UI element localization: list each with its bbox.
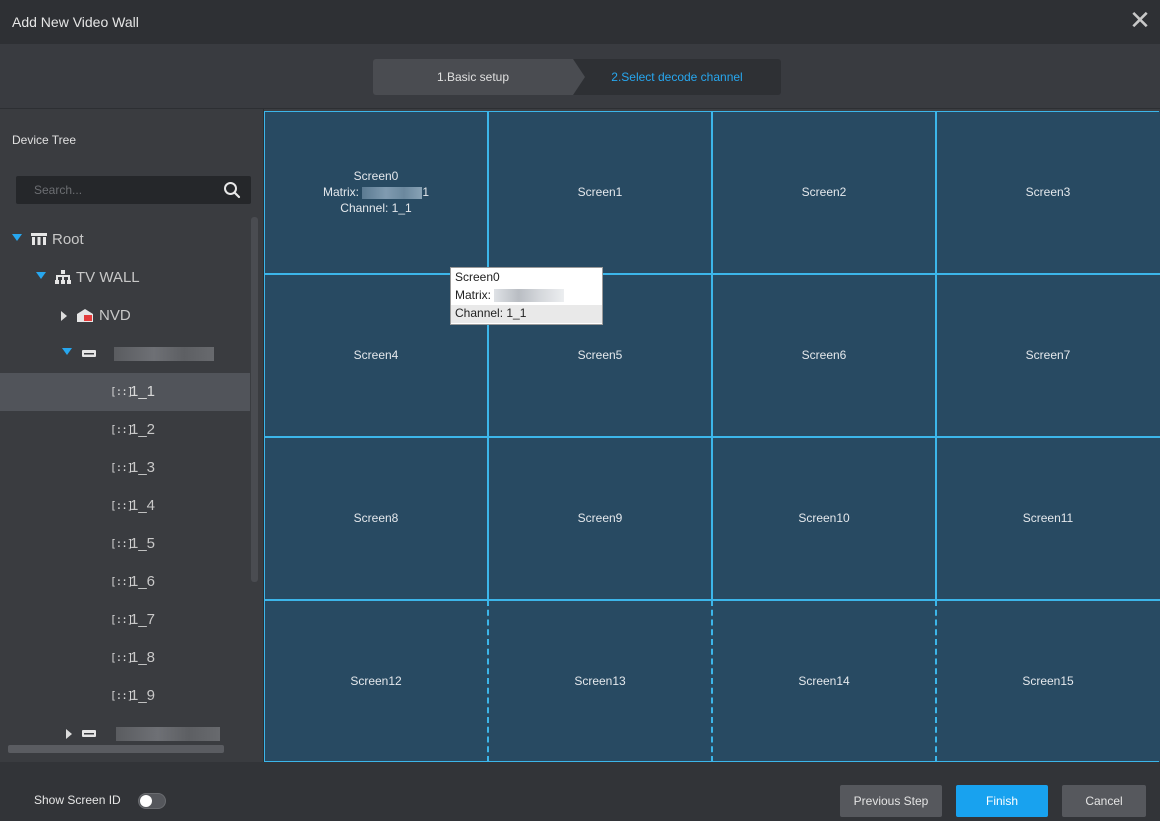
grid-divider — [935, 111, 937, 600]
channel-label: 1_9 — [130, 687, 156, 704]
grid-divider — [487, 111, 489, 600]
previous-step-button[interactable]: Previous Step — [840, 785, 942, 817]
tree-channel-1-1[interactable]: [::] 1_1 — [0, 373, 250, 411]
redacted-matrix-value — [362, 186, 423, 199]
step-indicator: 1.Basic setup 2.Select decode channel — [373, 59, 781, 95]
finish-button[interactable]: Finish — [956, 785, 1048, 817]
screen-cell-8[interactable]: Screen8 — [264, 437, 488, 599]
expand-arrow-icon[interactable] — [36, 272, 46, 279]
search-icon[interactable] — [223, 181, 241, 199]
nvd-device-icon — [77, 309, 93, 322]
grid-divider — [264, 436, 1160, 438]
tree-channel-1-3[interactable]: [::] 1_3 — [0, 449, 250, 487]
channel-label: 1_3 — [130, 459, 156, 476]
grid-divider-dashed — [487, 600, 489, 762]
tree-horizontal-scrollbar[interactable] — [8, 745, 224, 753]
step-select-decode-channel[interactable]: 2.Select decode channel — [573, 59, 781, 95]
screen-cell-15[interactable]: Screen15 — [936, 600, 1160, 762]
tree-channel-1-7[interactable]: [::] 1_7 — [0, 601, 250, 639]
screen-cell-1[interactable]: Screen1 — [488, 111, 712, 273]
grid-divider — [264, 273, 1160, 275]
show-screen-id-label: Show Screen ID — [34, 793, 121, 807]
collapse-arrow-icon[interactable] — [61, 311, 67, 321]
step-bar: 1.Basic setup 2.Select decode channel — [0, 44, 1160, 109]
search-input[interactable] — [16, 176, 234, 204]
screen-cell-7[interactable]: Screen7 — [936, 274, 1160, 436]
grid-divider-dashed — [935, 600, 937, 762]
channel-label: 1_4 — [130, 497, 156, 514]
grid-divider — [264, 599, 1160, 601]
expand-arrow-icon[interactable] — [62, 348, 72, 355]
tree-label-nvd: NVD — [99, 307, 131, 324]
tree-channel-1-9[interactable]: [::] 1_9 — [0, 677, 250, 715]
screen-cell-13[interactable]: Screen13 — [488, 600, 712, 762]
search-box — [16, 176, 251, 204]
step-basic-setup[interactable]: 1.Basic setup — [373, 59, 585, 95]
tree-channel-1-4[interactable]: [::] 1_4 — [0, 487, 250, 525]
channel-label: 1_6 — [130, 573, 156, 590]
screen-cell-2[interactable]: Screen2 — [712, 111, 936, 273]
dialog-title: Add New Video Wall — [12, 14, 139, 30]
tooltip-screen-name: Screen0 — [455, 270, 500, 284]
tree-label-root: Root — [52, 231, 84, 248]
tree-node-nvd[interactable]: NVD — [0, 297, 250, 335]
device-tree-title: Device Tree — [12, 133, 77, 147]
screen-cell-11[interactable]: Screen11 — [936, 437, 1160, 599]
tree-vertical-scrollbar[interactable] — [251, 217, 258, 582]
channel-label: 1_8 — [130, 649, 156, 666]
tooltip-channel: Channel: 1_1 — [451, 305, 602, 323]
decoder-device-icon — [82, 730, 96, 737]
tv-wall-icon — [55, 270, 71, 284]
channel-label: 1_2 — [130, 421, 156, 438]
collapse-arrow-icon[interactable] — [66, 729, 72, 739]
tree-channel-1-5[interactable]: [::] 1_5 — [0, 525, 250, 563]
screen-cell-6[interactable]: Screen6 — [712, 274, 936, 436]
grid-divider-dashed — [711, 600, 713, 762]
screen-cell-3[interactable]: Screen3 — [936, 111, 1160, 273]
screen-cell-9[interactable]: Screen9 — [488, 437, 712, 599]
screen-name: Screen0 — [353, 169, 399, 183]
tree-node-root[interactable]: Root — [0, 221, 250, 259]
channel-label: 1_7 — [130, 611, 156, 628]
device-tree: Root TV WALL NVD [::] 1_1 [::] 1_2 [::] … — [0, 221, 250, 753]
dialog-footer: Show Screen ID Previous Step Finish Canc… — [0, 762, 1160, 821]
decoder-device-icon — [82, 350, 96, 357]
grid-divider — [711, 111, 713, 600]
toggle-knob — [140, 795, 152, 807]
screen-cell-10[interactable]: Screen10 — [712, 437, 936, 599]
screen-cell-0[interactable]: Screen0 Matrix: 1 Channel: 1_1 — [264, 111, 488, 273]
screen-channel: Channel: 1_1 — [340, 201, 412, 215]
expand-arrow-icon[interactable] — [12, 234, 22, 241]
show-screen-id-toggle[interactable] — [138, 793, 166, 809]
device-tree-panel: Device Tree Root — [0, 109, 264, 762]
video-wall-grid: Screen0 Matrix: 1 Channel: 1_1 Screen1 S… — [264, 111, 1160, 762]
title-bar: Add New Video Wall ✕ — [0, 0, 1160, 44]
tree-channel-1-6[interactable]: [::] 1_6 — [0, 563, 250, 601]
screen-cell-14[interactable]: Screen14 — [712, 600, 936, 762]
close-icon[interactable]: ✕ — [1126, 8, 1154, 36]
cancel-button[interactable]: Cancel — [1062, 785, 1146, 817]
tooltip-matrix: Matrix: — [455, 287, 598, 305]
channel-label: 1_5 — [130, 535, 156, 552]
redacted-device-name — [116, 727, 220, 741]
tree-channel-1-8[interactable]: [::] 1_8 — [0, 639, 250, 677]
add-video-wall-dialog: Add New Video Wall ✕ 1.Basic setup 2.Sel… — [0, 0, 1160, 821]
tree-node-decoder[interactable] — [0, 335, 250, 373]
redacted-matrix-value — [494, 289, 565, 303]
channel-label: 1_1 — [130, 383, 156, 400]
tree-label-tv-wall: TV WALL — [76, 269, 140, 286]
screen-matrix: Matrix: 1 — [322, 185, 430, 199]
screen-cell-12[interactable]: Screen12 — [264, 600, 488, 762]
root-icon — [31, 233, 47, 245]
tree-channel-1-2[interactable]: [::] 1_2 — [0, 411, 250, 449]
tree-node-tv-wall[interactable]: TV WALL — [0, 259, 250, 297]
screen-tooltip: Screen0 Matrix: Channel: 1_1 — [450, 267, 603, 325]
screen0-detail: Screen0 Matrix: 1 Channel: 1_1 — [323, 168, 429, 216]
redacted-device-name — [114, 347, 214, 361]
